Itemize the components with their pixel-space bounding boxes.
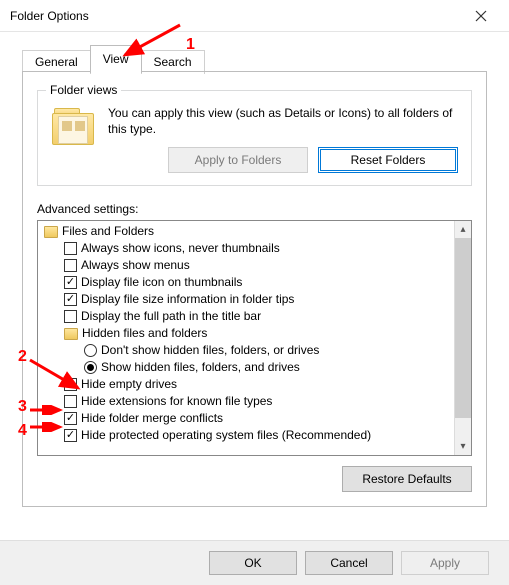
ok-button[interactable]: OK — [209, 551, 297, 575]
advanced-settings-tree[interactable]: Files and FoldersAlways show icons, neve… — [37, 220, 472, 456]
checkbox[interactable] — [64, 429, 77, 442]
folder-icon — [44, 226, 58, 238]
folder-icon — [64, 328, 78, 340]
folder-views-description: You can apply this view (such as Details… — [108, 105, 461, 137]
tree-item[interactable]: Hide protected operating system files (R… — [40, 427, 452, 444]
checkbox[interactable] — [64, 259, 77, 272]
advanced-settings-label: Advanced settings: — [37, 202, 472, 216]
tree-item[interactable]: Display the full path in the title bar — [40, 308, 452, 325]
restore-defaults-button[interactable]: Restore Defaults — [342, 466, 472, 492]
close-icon — [475, 10, 487, 22]
tab-view[interactable]: View — [90, 45, 142, 73]
tree-item[interactable]: Display file icon on thumbnails — [40, 274, 452, 291]
checkbox[interactable] — [64, 412, 77, 425]
tree-item-label: Hidden files and folders — [82, 325, 207, 342]
titlebar: Folder Options — [0, 0, 509, 32]
tree-item-label: Hide extensions for known file types — [81, 393, 272, 410]
apply-button: Apply — [401, 551, 489, 575]
window-title: Folder Options — [10, 9, 89, 23]
close-button[interactable] — [461, 2, 501, 30]
tab-strip: General View Search — [0, 32, 509, 72]
scroll-down-icon[interactable]: ▾ — [455, 438, 471, 455]
tree-root[interactable]: Files and Folders — [40, 223, 452, 240]
radio[interactable] — [84, 361, 97, 374]
radio[interactable] — [84, 344, 97, 357]
cancel-button[interactable]: Cancel — [305, 551, 393, 575]
folder-views-label: Folder views — [46, 83, 121, 97]
tree-item-label: Hide folder merge conflicts — [81, 410, 223, 427]
tree-item-label: Display the full path in the title bar — [81, 308, 261, 325]
tree-item[interactable]: Hidden files and folders — [40, 325, 452, 342]
tree-item[interactable]: Show hidden files, folders, and drives — [40, 359, 452, 376]
tree-item[interactable]: Hide extensions for known file types — [40, 393, 452, 410]
dialog-button-bar: OK Cancel Apply — [0, 540, 509, 585]
tree-item[interactable]: Display file size information in folder … — [40, 291, 452, 308]
checkbox[interactable] — [64, 310, 77, 323]
apply-to-folders-button: Apply to Folders — [168, 147, 308, 173]
tree-item[interactable]: Don't show hidden files, folders, or dri… — [40, 342, 452, 359]
tree-item-label: Don't show hidden files, folders, or dri… — [101, 342, 319, 359]
tree-item[interactable]: Hide folder merge conflicts — [40, 410, 452, 427]
tab-content-view: Folder views You can apply this view (su… — [22, 72, 487, 507]
folder-views-icon — [48, 105, 96, 153]
checkbox[interactable] — [64, 242, 77, 255]
checkbox[interactable] — [64, 276, 77, 289]
tree-item[interactable]: Always show menus — [40, 257, 452, 274]
scroll-up-icon[interactable]: ▴ — [455, 221, 471, 238]
tree-item-label: Hide empty drives — [81, 376, 177, 393]
checkbox[interactable] — [64, 395, 77, 408]
tree-item[interactable]: Always show icons, never thumbnails — [40, 240, 452, 257]
tree-label: Files and Folders — [62, 223, 154, 240]
tree-item[interactable]: Hide empty drives — [40, 376, 452, 393]
reset-folders-button[interactable]: Reset Folders — [318, 147, 458, 173]
tree-item-label: Display file icon on thumbnails — [81, 274, 242, 291]
scroll-thumb[interactable] — [455, 238, 471, 418]
folder-views-group: Folder views You can apply this view (su… — [37, 90, 472, 186]
scrollbar[interactable]: ▴ ▾ — [454, 221, 471, 455]
checkbox[interactable] — [64, 293, 77, 306]
tree-item-label: Display file size information in folder … — [81, 291, 294, 308]
tree-item-label: Always show menus — [81, 257, 190, 274]
tree-item-label: Hide protected operating system files (R… — [81, 427, 371, 444]
checkbox[interactable] — [64, 378, 77, 391]
tree-item-label: Show hidden files, folders, and drives — [101, 359, 300, 376]
tree-item-label: Always show icons, never thumbnails — [81, 240, 280, 257]
